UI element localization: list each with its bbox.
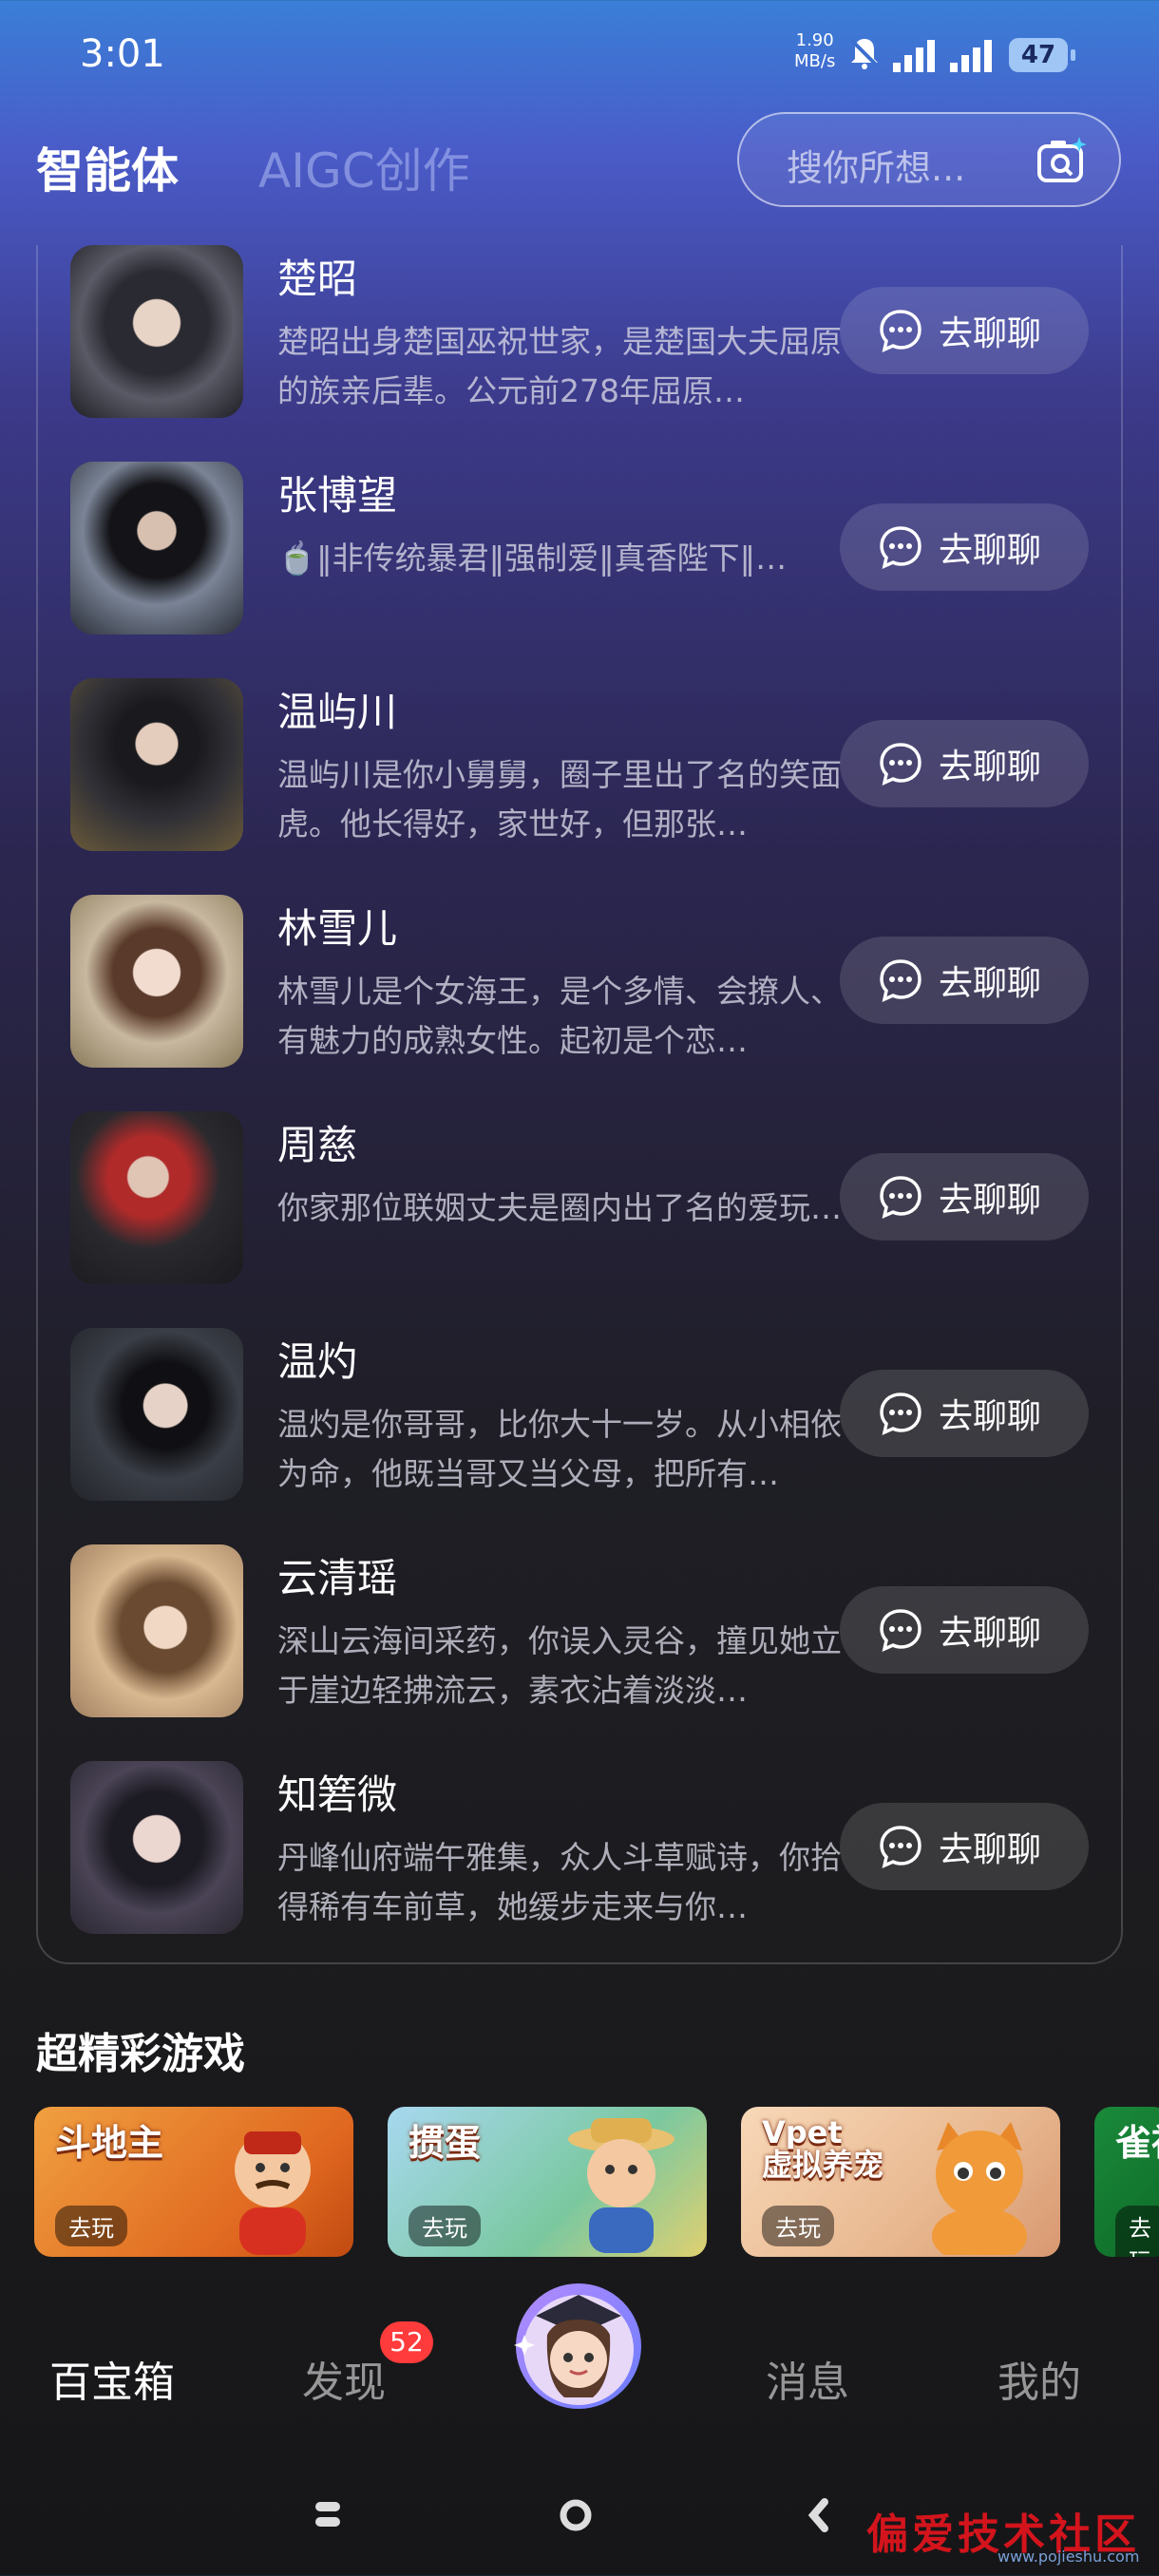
home-icon[interactable] [559, 2498, 593, 2532]
agent-row[interactable]: 林雪儿 林雪儿是个女海王，是个多情、会撩人、有魅力的成熟女性。起初是个恋… 去聊… [70, 895, 1125, 1071]
agent-name: 温灼 [277, 1338, 358, 1385]
status-bar: 3:01 1.90 MB/s 47 [0, 0, 1159, 114]
chat-button-label: 去聊聊 [939, 531, 1042, 570]
agent-desc: 楚昭出身楚国巫祝世家，是楚国大夫屈原的族亲后辈。公元前278年屈原… [277, 323, 842, 409]
camera-search-icon[interactable] [1036, 135, 1089, 188]
agent-list: 楚昭 楚昭出身楚国巫祝世家，是楚国大夫屈原的族亲后辈。公元前278年屈原… 去聊… [36, 245, 1123, 1964]
avatar[interactable] [70, 1761, 243, 1934]
agent-name: 张博望 [277, 472, 398, 519]
cat-icon [932, 2122, 1027, 2255]
chat-bubble-icon [880, 1826, 922, 1869]
network-speed-unit: MB/s [794, 51, 836, 71]
game-character-icon [235, 2131, 311, 2255]
recent-apps-icon[interactable] [314, 2498, 342, 2530]
agent-desc: 温屿川是你小舅舅，圈子里出了名的笑面虎。他长得好，家世好，但那张… [277, 756, 842, 843]
avatar[interactable] [70, 1111, 243, 1284]
game-card-doudizhu[interactable]: 斗地主 去玩 [34, 2107, 353, 2257]
chat-button[interactable]: 去聊聊 [840, 1370, 1089, 1457]
chat-bubble-icon [880, 1609, 922, 1653]
chat-bubble-icon [880, 959, 922, 1003]
agent-row[interactable]: 温灼 温灼是你哥哥，比你大十一岁。从小相依为命，他既当哥又当父母，把所有… 去聊… [70, 1328, 1125, 1505]
nav-baibaoxiang[interactable]: 百宝箱 [49, 2348, 175, 2409]
avatar[interactable] [70, 678, 243, 851]
agent-name: 知箬微 [277, 1771, 398, 1818]
chat-button[interactable]: 去聊聊 [840, 1803, 1089, 1890]
avatar[interactable] [70, 1544, 243, 1717]
tab-agent[interactable]: 智能体 [36, 133, 179, 201]
network-speed: 1.90 MB/s [794, 30, 835, 72]
network-speed-value: 1.90 [795, 30, 834, 50]
agent-row[interactable]: 温屿川 温屿川是你小舅舅，圈子里出了名的笑面虎。他长得好，家世好，但那张… 去聊… [70, 678, 1125, 855]
chat-bubble-icon [880, 743, 922, 786]
agent-row[interactable]: 楚昭 楚昭出身楚国巫祝世家，是楚国大夫屈原的族亲后辈。公元前278年屈原… 去聊… [70, 245, 1125, 422]
game-title: 掼蛋 [408, 2122, 482, 2164]
agent-desc: 你家那位联姻丈夫是圈内出了名的爱玩… [277, 1189, 842, 1226]
agent-desc: 丹峰仙府端午雅集，众人斗草赋诗，你拾得稀有车前草，她缓步走来与你… [277, 1839, 842, 1925]
agent-desc: 林雪儿是个女海王，是个多情、会撩人、有魅力的成熟女性。起初是个恋… [277, 973, 842, 1059]
signal-icon-1 [893, 40, 935, 72]
nav-xiaoxi[interactable]: 消息 [766, 2348, 849, 2409]
search-bar[interactable]: 搜你所想... [737, 112, 1121, 207]
avatar[interactable] [70, 462, 243, 635]
tab-aigc[interactable]: AIGC创作 [258, 133, 470, 201]
agent-row[interactable]: 张博望 🍵‖非传统暴君‖强制爱‖真香陛下‖… 去聊聊 [70, 462, 1125, 638]
back-icon[interactable] [808, 2498, 830, 2532]
game-play-label: 去玩 [762, 2206, 834, 2246]
game-play-label: 去玩 [55, 2206, 127, 2246]
chat-button-label: 去聊聊 [939, 1614, 1042, 1653]
avatar[interactable] [70, 1328, 243, 1501]
faxian-badge: 52 [380, 2321, 433, 2363]
game-play-label: 去玩 [408, 2206, 481, 2246]
search-placeholder: 搜你所想... [787, 147, 966, 189]
chat-button[interactable]: 去聊聊 [840, 937, 1089, 1024]
chat-button[interactable]: 去聊聊 [840, 503, 1089, 591]
game-title: Vpet 虚拟养宠 [762, 2114, 884, 2183]
nav-faxian[interactable]: 发现 [302, 2348, 386, 2409]
mute-bell-icon [849, 38, 880, 69]
chat-bubble-icon [880, 1392, 922, 1436]
chat-button-label: 去聊聊 [939, 964, 1042, 1003]
game-title: 斗地主 [55, 2122, 164, 2164]
chat-button-label: 去聊聊 [939, 1397, 1042, 1436]
agent-name: 楚昭 [277, 256, 358, 302]
chat-button-label: 去聊聊 [939, 314, 1042, 353]
game-character-icon [568, 2118, 674, 2253]
chat-bubble-icon [880, 310, 922, 353]
chat-button[interactable]: 去聊聊 [840, 1153, 1089, 1241]
nav-wode[interactable]: 我的 [998, 2348, 1081, 2409]
games-section-title: 超精彩游戏 [36, 2030, 245, 2078]
chat-button[interactable]: 去聊聊 [840, 720, 1089, 807]
game-title: 雀神 [1115, 2122, 1159, 2164]
chat-bubble-icon [880, 1176, 922, 1220]
agent-desc: 温灼是你哥哥，比你大十一岁。从小相依为命，他既当哥又当父母，把所有… [277, 1406, 842, 1492]
signal-icon-2 [950, 40, 992, 72]
agent-row[interactable]: 周慈 你家那位联姻丈夫是圈内出了名的爱玩… 去聊聊 [70, 1111, 1125, 1288]
avatar[interactable] [70, 895, 243, 1068]
chat-button-label: 去聊聊 [939, 748, 1042, 786]
agent-row[interactable]: 云清瑶 深山云海间采药，你误入灵谷，撞见她立于崖边轻拂流云，素衣沾着淡淡… 去聊… [70, 1544, 1125, 1721]
avatar[interactable] [70, 245, 243, 418]
watermark-url: www.pojieshu.com [998, 2548, 1140, 2566]
game-play-label: 去玩 [1115, 2206, 1159, 2257]
chat-button[interactable]: 去聊聊 [840, 287, 1089, 374]
agent-row[interactable]: 知箬微 丹峰仙府端午雅集，众人斗草赋诗，你拾得稀有车前草，她缓步走来与你… 去聊… [70, 1761, 1125, 1938]
agent-desc: 深山云海间采药，你误入灵谷，撞见她立于崖边轻拂流云，素衣沾着淡淡… [277, 1622, 842, 1709]
chat-bubble-icon [880, 526, 922, 570]
agent-name: 云清瑶 [277, 1555, 398, 1601]
agent-name: 周慈 [277, 1122, 358, 1168]
chat-button-label: 去聊聊 [939, 1181, 1042, 1220]
agent-desc: 🍵‖非传统暴君‖强制爱‖真香陛下‖… [277, 540, 788, 577]
agent-name: 温屿川 [277, 689, 398, 735]
game-card-guandan[interactable]: 掼蛋 去玩 [388, 2107, 707, 2257]
chat-button[interactable]: 去聊聊 [840, 1586, 1089, 1674]
battery-indicator: 47 [1009, 38, 1075, 72]
agent-name: 林雪儿 [277, 905, 398, 952]
status-time: 3:01 [80, 32, 165, 76]
game-card-vpet[interactable]: Vpet 虚拟养宠 去玩 [741, 2107, 1060, 2257]
chat-button-label: 去聊聊 [939, 1830, 1042, 1869]
game-card-queshen[interactable]: 雀神 去玩 [1094, 2107, 1159, 2257]
assistant-avatar-icon[interactable] [507, 2268, 650, 2411]
